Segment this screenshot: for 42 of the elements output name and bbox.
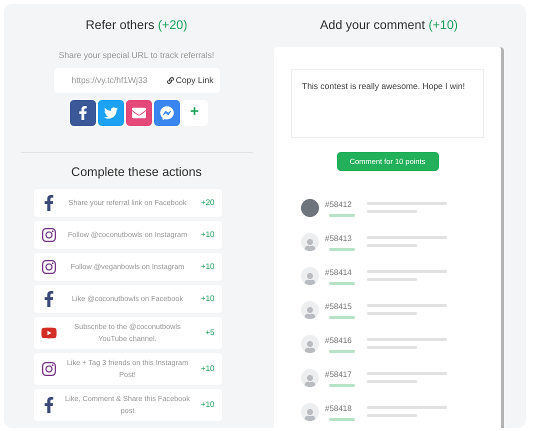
points-text: +10 (200, 293, 214, 306)
blurred-time (329, 418, 355, 421)
instagram-icon (40, 361, 56, 378)
instagram-icon (40, 259, 56, 276)
comment-id: #58416 (325, 334, 353, 347)
points-text: +10 (200, 399, 214, 412)
section-title: Refer others (+20) (86, 17, 188, 34)
comment-id: #58412 (325, 198, 353, 211)
comment-id: #58415 (325, 300, 353, 313)
url-text: https://vy.tc/hf1Wj33 (72, 74, 148, 86)
blurred-time (329, 214, 355, 217)
comment-id: #58414 (325, 266, 353, 279)
facebook-share-button[interactable] (70, 100, 96, 126)
subtitle-text: Share your special URL to track referrals! (58, 48, 214, 62)
youtube-icon (40, 325, 56, 342)
email-share-button[interactable] (126, 100, 152, 126)
blurred-time (329, 350, 355, 353)
envelope-icon (132, 106, 146, 120)
points-text: +10 (200, 229, 214, 242)
bird-icon (104, 106, 118, 120)
comment-id: #58417 (325, 368, 353, 381)
chat-bubble-icon (160, 106, 174, 120)
link-icon (166, 76, 174, 84)
section-title: Add your comment (+10) (320, 17, 458, 34)
comment-field[interactable]: This contest is really awesome. Hope I win! (291, 68, 484, 138)
copy-link-button[interactable]: Copy Link (166, 74, 214, 86)
comment-id: #58418 (325, 402, 353, 415)
points-text: +20 (200, 197, 214, 210)
blurred-time (329, 316, 355, 319)
blurred-time (329, 282, 355, 285)
comment-id: #58413 (325, 232, 353, 245)
points-text: +5 (204, 327, 214, 340)
messenger-share-button[interactable] (154, 100, 180, 126)
instagram-icon (40, 227, 56, 244)
blurred-time (329, 384, 355, 387)
points-text: +10 (200, 261, 214, 274)
section-title: Complete these actions (71, 164, 202, 181)
blurred-time (329, 248, 355, 251)
twitter-share-button[interactable] (98, 100, 124, 126)
more-share-button[interactable]: + (182, 100, 208, 126)
referral-url-field[interactable]: https://vy.tc/hf1Wj33 Copy Link (54, 68, 220, 92)
points-text: +10 (200, 363, 214, 376)
